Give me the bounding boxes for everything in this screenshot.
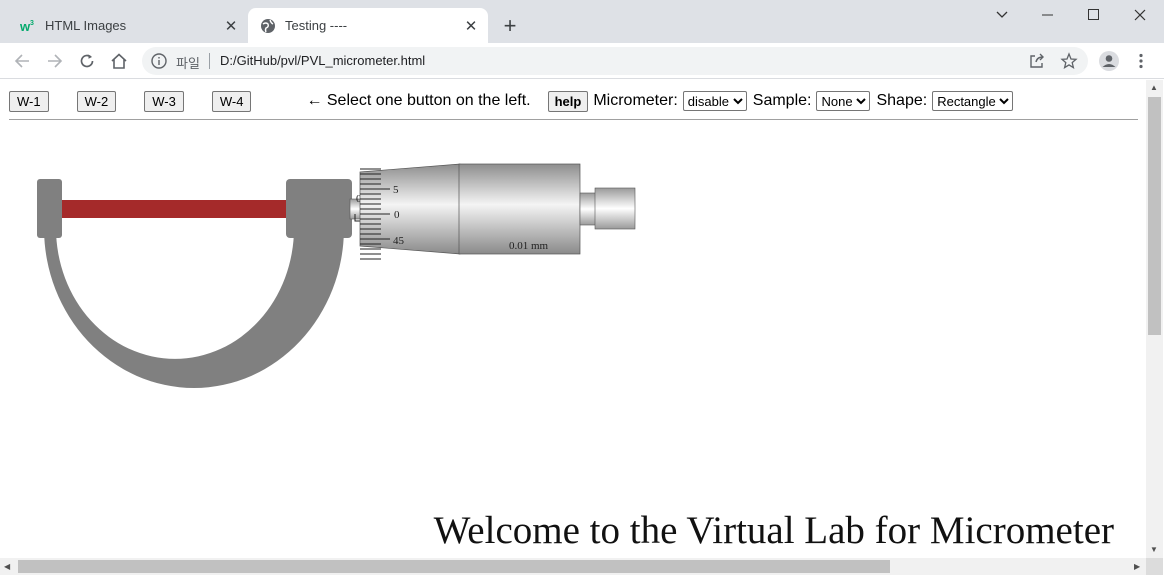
frame-hub bbox=[286, 179, 352, 238]
horizontal-scroll-thumb[interactable] bbox=[18, 560, 890, 573]
minimize-icon[interactable] bbox=[1033, 4, 1063, 26]
w3schools-logo-icon: w3 bbox=[20, 18, 36, 34]
vertical-scrollbar[interactable]: ▲ ▼ bbox=[1146, 80, 1163, 558]
divider bbox=[209, 53, 210, 69]
page-content: W-1 W-2 W-3 W-4 ← Select one button on t… bbox=[0, 80, 1146, 558]
share-icon[interactable] bbox=[1028, 52, 1046, 70]
tab-testing[interactable]: Testing ---- ✕ bbox=[248, 8, 488, 43]
scrollbar-corner bbox=[1146, 558, 1163, 575]
svg-text:3: 3 bbox=[30, 20, 34, 27]
forward-arrow-icon[interactable] bbox=[43, 49, 67, 73]
ratchet-neck bbox=[579, 192, 597, 226]
scale-label-45: 45 bbox=[393, 235, 405, 247]
bookmark-star-icon[interactable] bbox=[1060, 52, 1078, 70]
shape-label: Shape: bbox=[876, 92, 928, 109]
back-arrow-icon[interactable] bbox=[10, 49, 34, 73]
more-menu-icon[interactable] bbox=[1129, 49, 1153, 73]
sample-label: Sample: bbox=[752, 92, 812, 109]
scale-label-0: 0 bbox=[394, 209, 400, 221]
globe-icon bbox=[260, 18, 276, 34]
url-text[interactable]: D:/GitHub/pvl/PVL_micrometer.html bbox=[220, 53, 425, 68]
vertical-scroll-thumb[interactable] bbox=[1148, 97, 1161, 335]
resolution-label: 0.01 mm bbox=[509, 240, 549, 252]
maximize-icon[interactable] bbox=[1079, 4, 1109, 26]
spindle-rod[interactable] bbox=[62, 200, 287, 218]
scroll-up-arrow-icon[interactable]: ▲ bbox=[1150, 83, 1158, 92]
close-window-icon[interactable] bbox=[1125, 4, 1155, 26]
tab-title: Testing ---- bbox=[285, 18, 348, 33]
close-icon[interactable]: ✕ bbox=[460, 15, 482, 37]
browser-toolbar: 파일 D:/GitHub/pvl/PVL_micrometer.html bbox=[0, 43, 1164, 79]
scroll-down-arrow-icon[interactable]: ▼ bbox=[1150, 545, 1158, 554]
scheme-label: 파일 bbox=[176, 57, 200, 72]
home-icon[interactable] bbox=[107, 49, 131, 73]
shape-select[interactable]: Rectangle bbox=[932, 91, 1014, 111]
tab-html-images[interactable]: w3 HTML Images ✕ bbox=[8, 8, 248, 43]
tab-title: HTML Images bbox=[45, 18, 127, 33]
new-tab-plus-icon[interactable]: + bbox=[498, 13, 522, 38]
micrometer-drawing: 0 5 0 45 0.01 mm bbox=[37, 163, 636, 388]
tab-search-chevron-icon[interactable] bbox=[987, 4, 1017, 26]
horizontal-scrollbar[interactable]: ◀ ▶ bbox=[0, 558, 1146, 575]
micrometer-frame bbox=[44, 228, 344, 388]
sample-select[interactable]: None bbox=[816, 91, 871, 111]
anvil bbox=[37, 179, 62, 238]
tab-strip: w3 HTML Images ✕ Testing ---- ✕ + bbox=[0, 0, 1164, 43]
welcome-heading: Welcome to the Virtual Lab for Micromete… bbox=[433, 509, 1114, 552]
scroll-right-arrow-icon[interactable]: ▶ bbox=[1134, 562, 1140, 571]
info-icon[interactable] bbox=[150, 52, 168, 70]
close-icon[interactable]: ✕ bbox=[220, 15, 242, 37]
profile-avatar-icon[interactable] bbox=[1097, 49, 1121, 73]
address-bar[interactable]: 파일 D:/GitHub/pvl/PVL_micrometer.html bbox=[142, 47, 1088, 75]
reload-icon[interactable] bbox=[75, 49, 99, 73]
ratchet-knob[interactable] bbox=[594, 187, 636, 230]
scroll-left-arrow-icon[interactable]: ◀ bbox=[4, 562, 10, 571]
scale-label-5: 5 bbox=[393, 184, 399, 196]
